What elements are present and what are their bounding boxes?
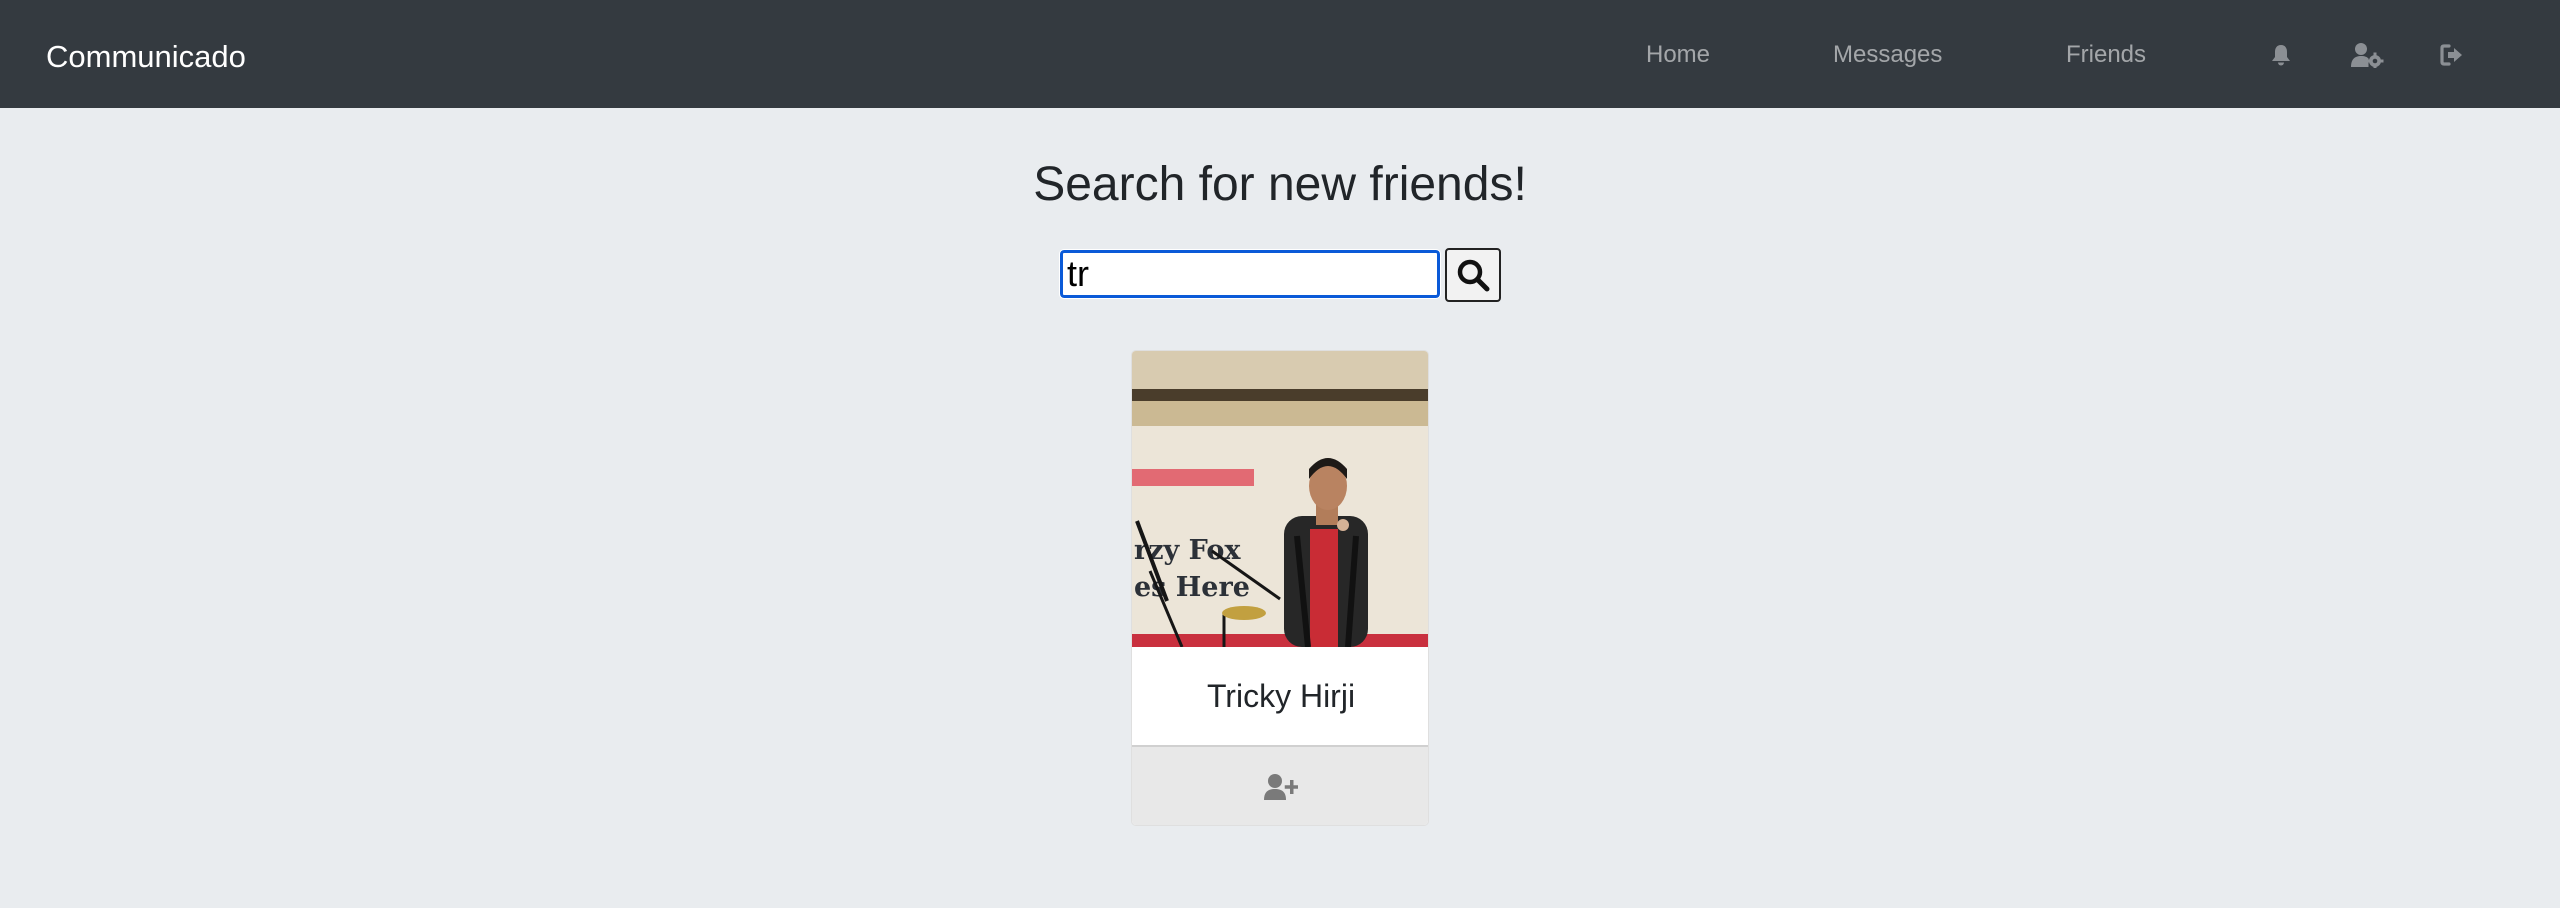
user-plus-icon [1264, 774, 1298, 800]
card-body: Tricky Hirji [1132, 647, 1428, 745]
profile-photo: rzy Fox es Here [1132, 351, 1428, 647]
user-cog-icon[interactable] [2350, 40, 2384, 70]
friend-name: Tricky Hirji [1206, 677, 1356, 714]
friend-result-card: rzy Fox es Here Tricky Hirji [1131, 350, 1429, 826]
nav-friends-link[interactable]: Friends [2066, 38, 2146, 72]
search-icon [1457, 259, 1490, 292]
search-button[interactable] [1445, 248, 1501, 302]
brand-link[interactable]: Communicado [46, 38, 246, 76]
bell-icon[interactable] [2264, 40, 2298, 70]
search-input[interactable] [1059, 249, 1441, 299]
add-friend-button[interactable] [1132, 745, 1428, 825]
page-title: Search for new friends! [1033, 158, 1527, 211]
top-navbar: Communicado Home Messages Friends [0, 0, 2560, 108]
sign-out-icon[interactable] [2436, 40, 2470, 70]
nav-messages-link[interactable]: Messages [1833, 38, 1942, 72]
nav-home-link[interactable]: Home [1646, 38, 1710, 72]
